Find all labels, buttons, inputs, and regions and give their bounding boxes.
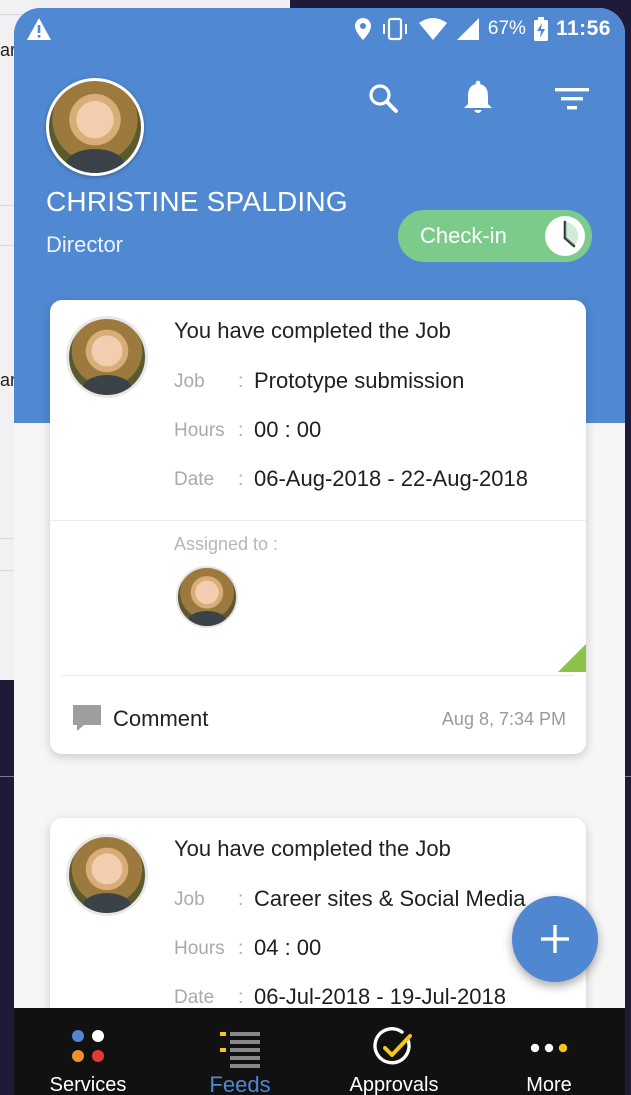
vibrate-icon	[382, 17, 407, 41]
bottom-navigation: Services Feeds Approvals More	[14, 1008, 625, 1095]
wifi-icon	[418, 18, 447, 40]
date-value: 06-Jul-2018 - 19-Jul-2018	[254, 984, 506, 1009]
date-field: Date : 06-Aug-2018 - 22-Aug-2018	[174, 466, 528, 491]
status-corner-marker	[558, 644, 586, 672]
job-field: Job : Prototype submission	[174, 368, 465, 393]
nav-more[interactable]: More	[479, 1008, 619, 1095]
hours-value: 00 : 00	[254, 417, 322, 442]
date-value: 06-Aug-2018 - 22-Aug-2018	[254, 466, 528, 491]
hours-value: 04 : 00	[254, 935, 322, 960]
phone-screen: 67% 11:56 CHRISTINE SPALDING Director Ch…	[14, 8, 625, 1095]
feed-timestamp: Aug 8, 7:34 PM	[441, 709, 566, 729]
job-value: Prototype submission	[254, 368, 465, 393]
hours-label: Hours	[174, 938, 225, 959]
feed-title: You have completed the Job	[174, 836, 451, 861]
user-name: CHRISTINE SPALDING	[46, 186, 348, 217]
filter-icon[interactable]	[551, 78, 593, 120]
status-bar: 67% 11:56	[14, 8, 625, 50]
services-icon	[72, 1030, 104, 1062]
job-label: Job	[174, 889, 205, 910]
feed-card[interactable]: You have completed the Job Job : Prototy…	[50, 300, 586, 754]
nav-feeds-label: Feeds	[209, 1072, 271, 1095]
card-divider	[50, 520, 586, 521]
date-label: Date	[174, 987, 215, 1008]
nav-approvals[interactable]: Approvals	[324, 1008, 464, 1095]
feed-author-avatar	[66, 834, 148, 916]
date-label: Date	[174, 469, 215, 490]
clock-time: 11:56	[555, 17, 611, 40]
nav-more-label: More	[526, 1074, 572, 1095]
user-role: Director	[46, 232, 124, 257]
assigned-to-label: Assigned to :	[174, 534, 279, 554]
nav-services-label: Services	[49, 1074, 127, 1095]
hours-label: Hours	[174, 420, 225, 441]
feed-author-avatar	[66, 316, 148, 398]
check-in-label: Check-in	[420, 223, 507, 248]
comment-button[interactable]: Comment	[113, 706, 208, 732]
nav-services[interactable]: Services	[18, 1008, 158, 1095]
clock-icon	[545, 216, 585, 256]
location-icon	[354, 18, 371, 40]
search-icon[interactable]	[363, 78, 405, 120]
nav-feeds[interactable]: Feeds	[170, 1008, 310, 1095]
approvals-icon	[373, 1027, 412, 1065]
hours-field: Hours : 00 : 00	[174, 417, 322, 442]
notification-bell-icon[interactable]	[457, 78, 499, 120]
hours-field: Hours : 04 : 00	[174, 935, 322, 960]
more-icon	[530, 1043, 568, 1053]
job-value: Career sites & Social Media	[254, 886, 526, 911]
warning-icon	[27, 18, 51, 40]
signal-icon	[456, 18, 479, 40]
profile-avatar[interactable]	[46, 78, 144, 176]
assignee-avatar[interactable]	[176, 566, 238, 628]
battery-percent: 67%	[487, 18, 526, 39]
feed-title: You have completed the Job	[174, 318, 451, 343]
comment-icon[interactable]	[72, 704, 102, 732]
check-in-button[interactable]: Check-in	[398, 210, 592, 262]
feeds-icon	[220, 1032, 260, 1068]
add-fab-button[interactable]	[512, 896, 598, 982]
date-field: Date : 06-Jul-2018 - 19-Jul-2018	[174, 984, 506, 1009]
nav-approvals-label: Approvals	[349, 1074, 439, 1095]
battery-charging-icon	[533, 17, 548, 41]
card-footer-divider	[62, 675, 574, 676]
plus-icon	[541, 925, 569, 953]
job-field: Job : Career sites & Social Media	[174, 886, 526, 911]
job-label: Job	[174, 371, 205, 392]
